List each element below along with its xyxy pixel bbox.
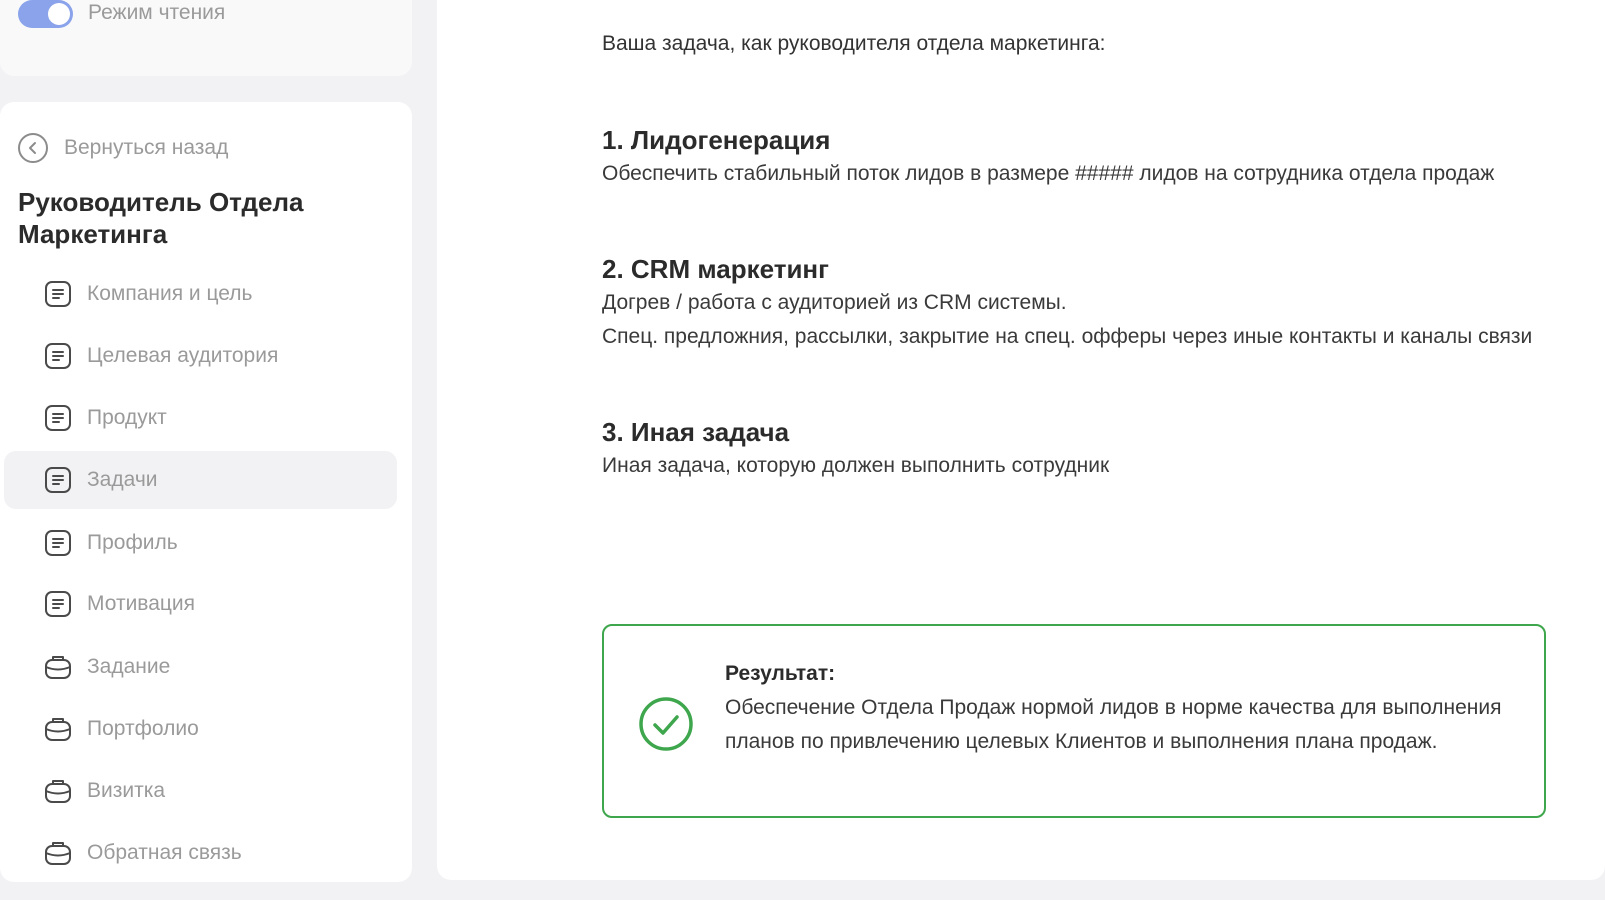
result-text: Результат: Обеспечение Отдела Продаж нор… — [725, 657, 1505, 759]
sidebar-item-label: Визитка — [87, 779, 166, 802]
briefcase-icon — [45, 842, 71, 865]
check-circle-icon — [639, 697, 693, 751]
sidebar-item-product[interactable]: Продукт — [4, 389, 397, 447]
sidebar: Режим чтения Вернуться назад Руководител… — [0, 0, 413, 900]
section-title: Руководитель Отдела Маркетинга — [18, 187, 304, 249]
briefcase-icon — [45, 718, 71, 741]
sidebar-item-company[interactable]: Компания и цель — [4, 265, 397, 323]
sidebar-item-feedback[interactable]: Обратная связь — [4, 824, 397, 882]
result-description: Обеспечение Отдела Продаж нормой лидов в… — [725, 696, 1502, 753]
nav-card: Вернуться назад Руководитель Отдела Марк… — [0, 102, 412, 882]
reading-mode-label: Режим чтения — [88, 1, 226, 24]
result-title: Результат: — [725, 662, 836, 685]
task-content: Ваша задача, как руководителя отдела мар… — [602, 27, 1542, 483]
document-icon — [45, 591, 71, 617]
task-title: 3. Иная задача — [602, 417, 790, 447]
reading-mode-toggle[interactable] — [18, 0, 73, 28]
main-content: Ваша задача, как руководителя отдела мар… — [437, 0, 1605, 880]
document-icon — [45, 281, 71, 307]
sidebar-item-label: Обратная связь — [87, 841, 242, 864]
sidebar-item-audience[interactable]: Целевая аудитория — [4, 327, 397, 385]
result-box: Результат: Обеспечение Отдела Продаж нор… — [602, 624, 1546, 818]
chevron-left-icon — [18, 133, 48, 163]
task-description: Спец. предложния, рассылки, закрытие на … — [602, 325, 1533, 348]
sidebar-item-tasks[interactable]: Задачи — [4, 451, 397, 509]
briefcase-icon — [45, 656, 71, 679]
back-link[interactable]: Вернуться назад — [18, 133, 228, 163]
sidebar-item-portfolio[interactable]: Портфолио — [4, 700, 397, 758]
document-icon — [45, 405, 71, 431]
sidebar-item-label: Компания и цель — [87, 282, 253, 305]
document-icon — [45, 467, 71, 493]
briefcase-icon — [45, 780, 71, 803]
task-description: Обеспечить стабильный поток лидов в разм… — [602, 162, 1495, 185]
sidebar-item-label: Мотивация — [87, 592, 196, 615]
sidebar-item-assignment[interactable]: Задание — [4, 638, 397, 696]
task-other: 3. Иная задача Иная задача, которую долж… — [602, 415, 1542, 483]
toggle-knob — [48, 3, 70, 25]
document-icon — [45, 530, 71, 556]
sidebar-item-label: Продукт — [87, 406, 167, 429]
task-description: Догрев / работа с аудиторией из CRM сист… — [602, 291, 1067, 314]
sidebar-item-label: Портфолио — [87, 717, 199, 740]
back-link-label: Вернуться назад — [64, 136, 229, 159]
reading-mode-card: Режим чтения — [0, 0, 412, 76]
sidebar-item-label: Задачи — [87, 468, 158, 491]
sidebar-item-label: Профиль — [87, 531, 178, 554]
sidebar-item-business-card[interactable]: Визитка — [4, 762, 397, 820]
task-title: 2. CRM маркетинг — [602, 254, 829, 284]
sidebar-item-label: Целевая аудитория — [87, 344, 279, 367]
document-icon — [45, 343, 71, 369]
task-lead-generation: 1. Лидогенерация Обеспечить стабильный п… — [602, 123, 1542, 191]
intro-text: Ваша задача, как руководителя отдела мар… — [602, 32, 1106, 55]
task-crm-marketing: 2. CRM маркетинг Догрев / работа с аудит… — [602, 252, 1542, 354]
task-description: Иная задача, которую должен выполнить со… — [602, 454, 1110, 477]
sidebar-item-label: Задание — [87, 655, 171, 678]
task-title: 1. Лидогенерация — [602, 125, 831, 155]
sidebar-item-motivation[interactable]: Мотивация — [4, 575, 397, 633]
sidebar-item-profile[interactable]: Профиль — [4, 514, 397, 572]
